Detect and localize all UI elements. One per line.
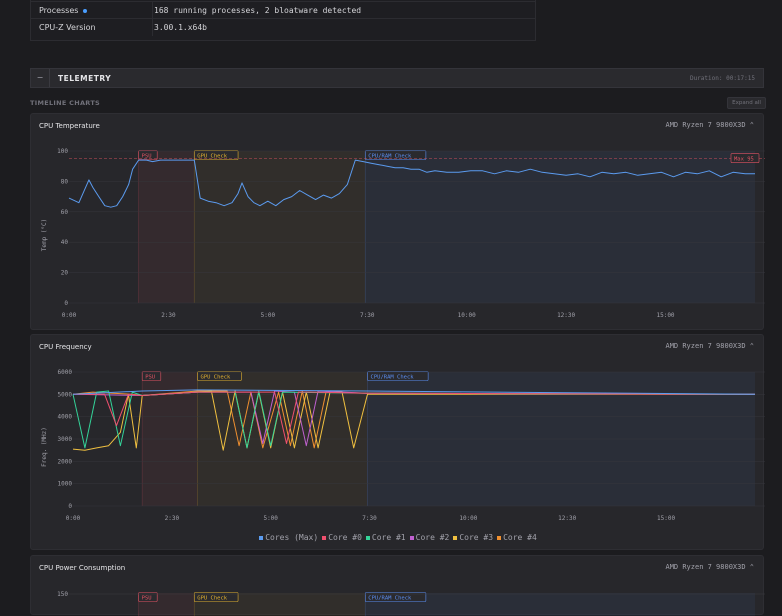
- x-tick-label: 2:30: [161, 312, 176, 319]
- y-tick-label: 6000: [58, 369, 73, 376]
- x-tick-label: 7:30: [360, 312, 375, 319]
- legend-label: Core #1: [371, 533, 406, 542]
- info-key: Processes: [39, 6, 88, 15]
- system-info-table: Processes 168 running processes, 2 bloat…: [30, 0, 536, 41]
- legend-swatch: [409, 535, 414, 540]
- x-tick-label: 0:00: [62, 312, 77, 319]
- expand-all-button[interactable]: Expand all: [727, 97, 766, 109]
- frequency-chart: PSU GPU Check CPU/RAM Check 0 1000 2000 3000 40…: [41, 369, 765, 522]
- legend-label: Core #0: [328, 533, 362, 542]
- phase-label: PSU: [145, 375, 155, 381]
- y-tick-label: 3000: [58, 436, 73, 443]
- section-label: TIMELINE CHARTS: [30, 99, 101, 107]
- y-tick-label: 150: [57, 591, 68, 598]
- phase-label: GPU Check: [197, 596, 227, 602]
- x-tick-label: 10:00: [458, 312, 476, 319]
- legend-swatch: [322, 535, 327, 540]
- x-tick-label: 12:30: [557, 312, 575, 319]
- y-tick-label: 4000: [58, 414, 73, 421]
- legend-label: Core #2: [415, 533, 450, 542]
- x-tick-label: 5:00: [261, 312, 276, 319]
- x-tick-label: 10:00: [459, 515, 477, 522]
- chart-panel-cpu-temperature: CPU Temperature AMD Ryzen 7 9800X3D ⌃ PS…: [30, 113, 765, 330]
- phase-label: CPU/RAM Check: [371, 375, 415, 381]
- y-tick-label: 80: [61, 178, 69, 185]
- legend-item[interactable]: Core #1: [365, 533, 406, 542]
- info-value: 3.00.1.x64b: [152, 19, 207, 36]
- collapse-icon[interactable]: −: [31, 69, 50, 87]
- legend-item[interactable]: Core #0: [322, 533, 362, 542]
- phase-band: [194, 151, 366, 303]
- y-axis-label: Freq. (MHz): [41, 427, 48, 467]
- y-tick-label: 1000: [58, 481, 73, 488]
- legend-label: Core #4: [503, 533, 537, 542]
- y-tick-label: 20: [61, 270, 69, 277]
- info-key: CPU-Z Version: [39, 23, 96, 32]
- threshold-label: Max 95: [734, 157, 754, 163]
- info-key-label: Processes: [39, 6, 79, 15]
- legend-swatch: [453, 535, 458, 540]
- telemetry-header[interactable]: − TELEMETRY Duration: 00:17:15: [30, 68, 764, 88]
- power-chart: PSU GPU Check CPU/RAM Check 150: [57, 591, 765, 616]
- legend-label: Core #3: [459, 533, 494, 542]
- info-value-text: 3.00.1.x64b: [154, 23, 207, 32]
- y-tick-label: 5000: [58, 391, 73, 398]
- x-tick-label: 15:00: [656, 312, 674, 319]
- phase-label: PSU: [142, 596, 152, 602]
- phase-label: CPU/RAM Check: [368, 596, 412, 602]
- legend-item[interactable]: Cores (Max): [259, 533, 318, 542]
- x-tick-label: 12:30: [558, 515, 576, 522]
- legend-item[interactable]: Core #3: [453, 533, 493, 542]
- chart-panel-cpu-frequency: CPU Frequency AMD Ryzen 7 9800X3D ⌃ PSU G…: [30, 334, 765, 550]
- y-tick-label: 2000: [58, 458, 73, 465]
- info-value: 168 running processes, 2 bloatware detec…: [152, 2, 361, 19]
- phase-band: [138, 151, 195, 303]
- y-axis-label: Temp (°C): [41, 219, 48, 252]
- legend-swatch: [497, 535, 502, 540]
- y-tick-label: 60: [61, 209, 69, 216]
- legend-item[interactable]: Core #2: [409, 533, 450, 542]
- x-tick-label: 2:30: [165, 515, 180, 522]
- legend-label: Cores (Max): [265, 533, 319, 542]
- telemetry-title: TELEMETRY: [58, 74, 112, 83]
- phase-label: GPU Check: [201, 375, 231, 381]
- temperature-chart: PSU GPU Check CPU/RAM Check0204060801000:0…: [41, 148, 765, 319]
- y-tick-label: 100: [57, 148, 68, 155]
- status-dot-icon: [83, 8, 88, 13]
- info-row-cpuz-version: CPU-Z Version 3.00.1.x64b: [31, 18, 535, 36]
- y-tick-label: 0: [68, 503, 72, 510]
- legend-swatch: [259, 535, 264, 540]
- chart-legend: Cores (Max) Core #0 Core #1 Core #2 Core #3 C…: [31, 533, 765, 542]
- legend-swatch: [365, 535, 370, 540]
- telemetry-duration: Duration: 00:17:15: [689, 75, 755, 82]
- info-value-text: 168 running processes, 2 bloatware detec…: [154, 6, 362, 15]
- x-tick-label: 0:00: [66, 515, 81, 522]
- legend-item[interactable]: Core #4: [497, 533, 537, 542]
- y-tick-label: 40: [61, 239, 69, 246]
- x-tick-label: 7:30: [362, 515, 377, 522]
- x-tick-label: 5:00: [263, 515, 278, 522]
- chart-panel-cpu-power: CPU Power Consumption AMD Ryzen 7 9800X3…: [30, 555, 765, 616]
- y-tick-label: 0: [64, 300, 68, 307]
- info-row-processes: Processes 168 running processes, 2 bloat…: [31, 1, 535, 19]
- x-tick-label: 15:00: [657, 515, 675, 522]
